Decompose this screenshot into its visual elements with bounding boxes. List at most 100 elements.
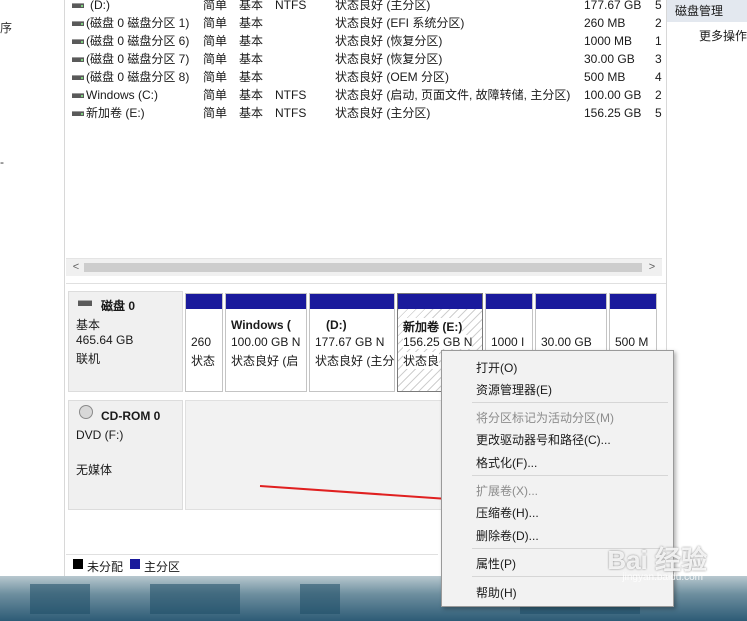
volume-status: 状态良好 (主分区) <box>335 0 431 12</box>
actions-pane: 磁盘管理 更多操作 <box>666 0 747 576</box>
partition-bar <box>536 294 606 309</box>
volume-capacity: 260 MB <box>584 16 626 30</box>
volume-fs: NTFS <box>275 106 307 120</box>
volume-row[interactable]: (D:) 简单 基本 NTFS 状态良好 (主分区) 177.67 GB 5 <box>66 0 664 14</box>
legend-primary: 主分区 <box>144 560 181 574</box>
red-arrow-icon <box>259 485 464 506</box>
volume-icon <box>72 75 84 80</box>
legend-unallocated: 未分配 <box>87 560 124 574</box>
partition-size: 100.00 GB N <box>231 335 301 349</box>
volume-name: (磁盘 0 磁盘分区 7) <box>86 52 190 66</box>
actions-title[interactable]: 磁盘管理 <box>667 0 747 22</box>
legend: 未分配 主分区 <box>66 554 438 577</box>
cdrom-0-header[interactable]: CD-ROM 0 DVD (F:) 无媒体 <box>68 400 183 510</box>
volume-row[interactable]: (磁盘 0 磁盘分区 6) 简单 基本 状态良好 (恢复分区) 1000 MB … <box>66 32 664 50</box>
menu-item-properties[interactable]: 属性(P) <box>476 555 516 572</box>
partition-size: 156.25 GB N <box>403 335 473 349</box>
disk-name: 磁盘 0 <box>101 299 136 313</box>
volume-icon <box>72 93 84 98</box>
volume-capacity: 177.67 GB <box>584 0 642 12</box>
volume-list: (D:) 简单 基本 NTFS 状态良好 (主分区) 177.67 GB 5 (… <box>66 0 664 278</box>
volume-row[interactable]: Windows (C:) 简单 基本 NTFS 状态良好 (启动, 页面文件, … <box>66 86 664 104</box>
menu-item-help[interactable]: 帮助(H) <box>476 584 517 601</box>
volume-name: (D:) <box>90 0 110 12</box>
volume-row[interactable]: 新加卷 (E:) 简单 基本 NTFS 状态良好 (主分区) 156.25 GB… <box>66 104 664 122</box>
menu-item-change-drive-letter[interactable]: 更改驱动器号和路径(C)... <box>476 431 611 448</box>
partition-status: 状态良好 (启 <box>231 354 299 368</box>
cdrom-media: 无媒体 <box>76 463 113 477</box>
menu-item-open[interactable]: 打开(O) <box>476 359 517 376</box>
volume-row[interactable]: (磁盘 0 磁盘分区 8) 简单 基本 状态良好 (OEM 分区) 500 MB… <box>66 68 664 86</box>
menu-item-shrink-volume[interactable]: 压缩卷(H)... <box>476 504 539 521</box>
partition-block[interactable]: 260 状态 <box>185 293 223 392</box>
disk-size: 465.64 GB <box>76 333 134 347</box>
volume-icon <box>72 39 84 44</box>
menu-item-delete-volume[interactable]: 删除卷(D)... <box>476 527 539 544</box>
volume-free: 2 <box>655 88 662 102</box>
volume-capacity: 1000 MB <box>584 34 633 48</box>
volume-layout: 简单 <box>203 70 228 84</box>
volume-layout: 简单 <box>203 52 228 66</box>
nav-fragment[interactable]: - <box>0 155 4 169</box>
volume-free: 3 <box>655 52 662 66</box>
volume-fs: NTFS <box>275 0 307 12</box>
menu-separator <box>472 402 668 403</box>
volume-free: 4 <box>655 70 662 84</box>
volume-status: 状态良好 (恢复分区) <box>335 34 443 48</box>
volume-capacity: 500 MB <box>584 70 626 84</box>
partition-bar <box>486 294 532 309</box>
partition-size: 30.00 GB <box>541 335 592 349</box>
volume-status: 状态良好 (启动, 页面文件, 故障转储, 主分区) <box>335 88 571 102</box>
volume-status: 状态良好 (OEM 分区) <box>335 70 449 84</box>
disk-type: 基本 <box>76 318 101 332</box>
volume-icon <box>72 3 84 8</box>
partition-status: 状态良好 (主分 <box>315 354 395 368</box>
volume-row[interactable]: (磁盘 0 磁盘分区 7) 简单 基本 状态良好 (恢复分区) 30.00 GB… <box>66 50 664 68</box>
volume-name: (磁盘 0 磁盘分区 8) <box>86 70 190 84</box>
volume-type: 基本 <box>239 106 264 120</box>
partition-label: (D:) <box>326 318 347 332</box>
scroll-left-icon[interactable]: < <box>68 259 84 276</box>
scroll-right-icon[interactable]: > <box>644 259 660 276</box>
volume-name: (磁盘 0 磁盘分区 6) <box>86 34 190 48</box>
menu-item-explorer[interactable]: 资源管理器(E) <box>476 381 552 398</box>
volume-row[interactable]: (磁盘 0 磁盘分区 1) 简单 基本 状态良好 (EFI 系统分区) 260 … <box>66 14 664 32</box>
cdrom-name: CD-ROM 0 <box>101 409 161 423</box>
scrollbar-thumb[interactable] <box>84 263 642 272</box>
menu-item-extend-volume[interactable]: 扩展卷(X)... <box>476 482 538 499</box>
cdrom-drive: DVD (F:) <box>76 428 124 442</box>
volume-free: 5 <box>655 106 662 120</box>
partition-bar <box>310 294 394 309</box>
volume-free: 1 <box>655 34 662 48</box>
volume-type: 基本 <box>239 88 264 102</box>
nav-fragment[interactable]: 序 <box>0 19 12 36</box>
left-nav-pane: 序 - <box>0 0 65 576</box>
primary-swatch <box>130 559 140 569</box>
volume-layout: 简单 <box>203 34 228 48</box>
volume-free: 2 <box>655 16 662 30</box>
cd-icon <box>79 405 93 419</box>
more-actions-link[interactable]: 更多操作 <box>699 27 747 44</box>
volume-layout: 简单 <box>203 106 228 120</box>
volume-status: 状态良好 (EFI 系统分区) <box>335 16 465 30</box>
partition-bar <box>610 294 656 309</box>
volume-capacity: 156.25 GB <box>584 106 642 120</box>
partition-size: 500 M <box>615 335 649 349</box>
menu-item-mark-active[interactable]: 将分区标记为活动分区(M) <box>476 409 614 426</box>
disk-state: 联机 <box>76 352 101 366</box>
horizontal-scrollbar[interactable]: < > <box>66 258 662 276</box>
partition-status: 状态 <box>191 354 216 368</box>
partition-bar <box>226 294 306 309</box>
volume-layout: 简单 <box>203 88 228 102</box>
volume-layout: 简单 <box>203 0 228 12</box>
partition-size: 177.67 GB N <box>315 335 385 349</box>
partition-label: Windows ( <box>231 318 291 332</box>
partition-block[interactable]: (D:) 177.67 GB N 状态良好 (主分 <box>309 293 395 392</box>
partition-block[interactable]: Windows ( 100.00 GB N 状态良好 (启 <box>225 293 307 392</box>
menu-item-format[interactable]: 格式化(F)... <box>476 454 537 471</box>
disk-0-header[interactable]: 磁盘 0 基本 465.64 GB 联机 <box>68 291 183 392</box>
partition-label: 新加卷 (E:) <box>403 318 463 335</box>
partition-size: 1000 I <box>491 335 525 349</box>
partition-status: 状态良 <box>403 352 440 369</box>
volume-name: Windows (C:) <box>86 88 159 102</box>
